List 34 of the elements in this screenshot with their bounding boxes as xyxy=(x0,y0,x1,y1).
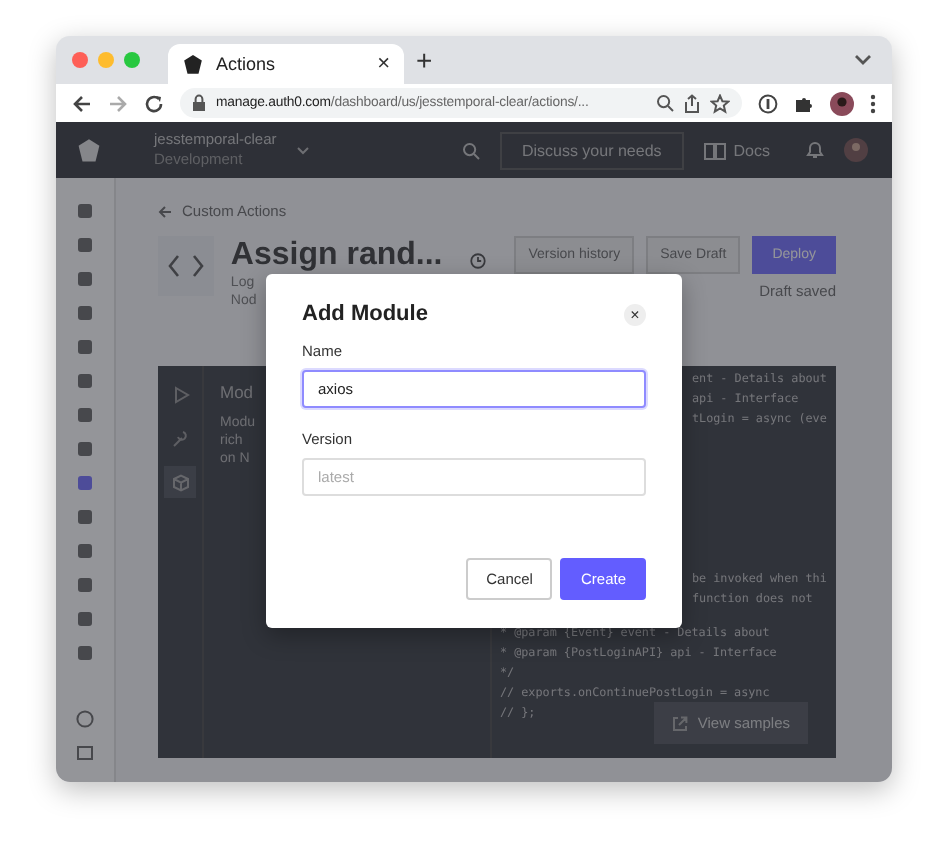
close-tab-button[interactable]: × xyxy=(377,52,390,76)
puzzle-icon[interactable] xyxy=(794,93,814,113)
cube-icon[interactable] xyxy=(164,466,196,498)
reload-icon[interactable] xyxy=(144,93,164,113)
share-icon[interactable] xyxy=(684,93,700,113)
help-icon[interactable] xyxy=(76,710,94,728)
new-tab-button[interactable]: + xyxy=(416,44,433,76)
panel-title: Mod xyxy=(220,382,254,402)
action-title: Assign rand... xyxy=(230,236,443,274)
forward-icon[interactable] xyxy=(108,93,128,113)
discuss-button[interactable]: Discuss your needs xyxy=(499,131,684,169)
zoom-window-icon[interactable] xyxy=(124,52,140,68)
more-icon[interactable] xyxy=(870,93,876,113)
close-button[interactable]: × xyxy=(624,303,646,325)
code-icon xyxy=(158,236,215,296)
docs-link[interactable]: Docs xyxy=(733,141,770,159)
dialog-title: Add Module xyxy=(302,302,428,326)
avatar-icon[interactable] xyxy=(830,91,854,115)
back-arrow-icon[interactable] xyxy=(158,205,172,217)
browser-tab[interactable]: Actions × xyxy=(168,44,404,84)
bell-icon[interactable] xyxy=(806,140,824,160)
zoom-icon[interactable] xyxy=(656,94,674,112)
lock-icon xyxy=(192,94,206,112)
chat-icon[interactable] xyxy=(76,744,94,762)
star-icon[interactable] xyxy=(710,93,730,113)
extension-icon[interactable] xyxy=(758,93,778,113)
back-icon[interactable] xyxy=(72,93,92,113)
clock-icon[interactable] xyxy=(470,252,487,270)
search-icon[interactable] xyxy=(461,141,480,159)
book-icon[interactable] xyxy=(703,141,726,159)
close-window-icon[interactable] xyxy=(72,52,88,68)
chevron-down-icon[interactable] xyxy=(296,145,311,155)
chevron-down-icon[interactable] xyxy=(854,54,872,66)
external-link-icon xyxy=(671,715,688,731)
